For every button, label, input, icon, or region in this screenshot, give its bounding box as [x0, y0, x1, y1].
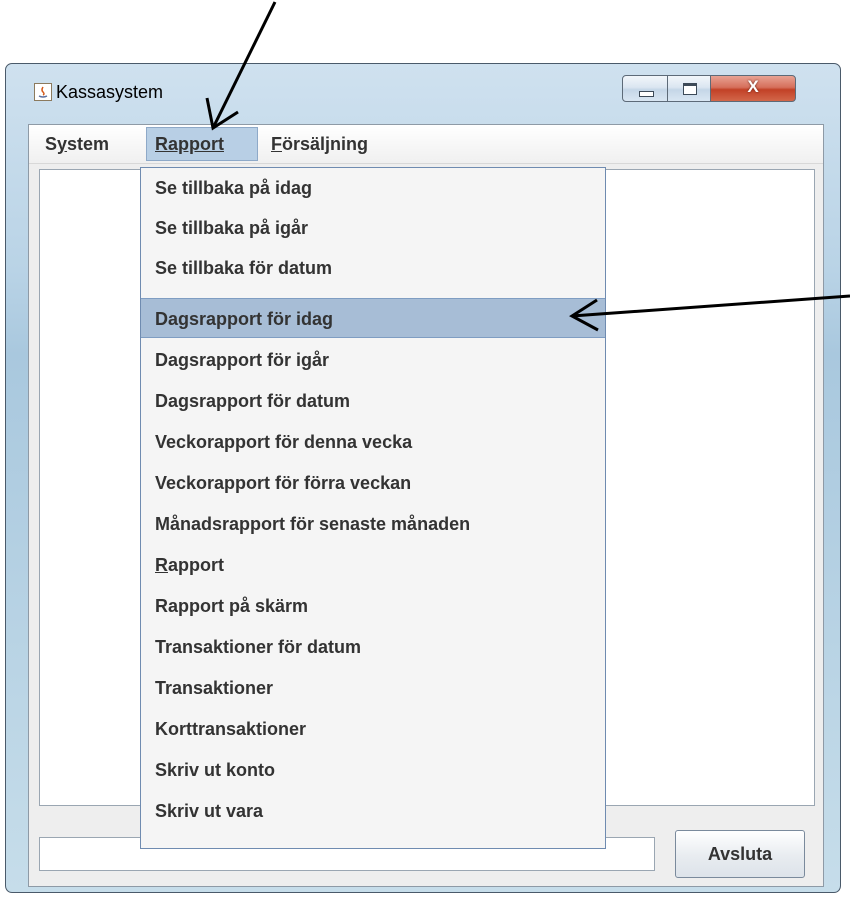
arrow-to-dagsrapport-item — [569, 294, 850, 332]
annotation-arrows — [205, 1, 850, 332]
arrow-to-rapport-menu — [205, 1, 277, 131]
